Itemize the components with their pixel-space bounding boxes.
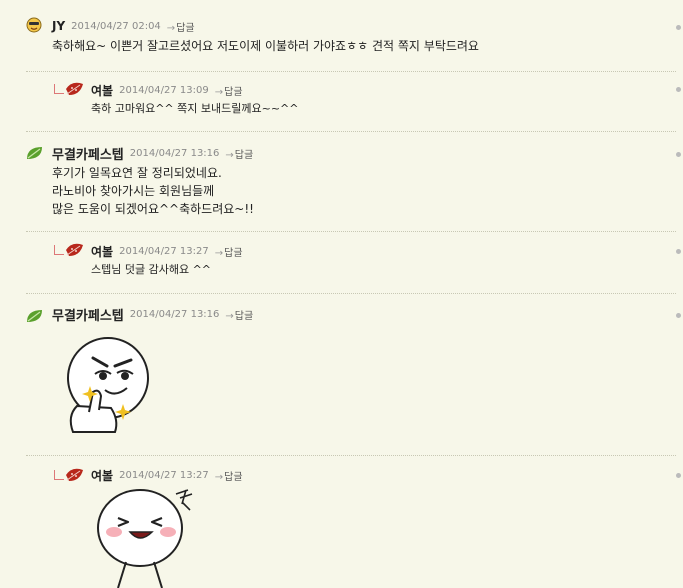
reply-arrow-icon: → bbox=[225, 310, 234, 322]
comment-line: 라노비아 찾아가시는 회원님들께 bbox=[52, 184, 215, 198]
comment-date: 2014/04/27 02:04 bbox=[71, 20, 161, 32]
reply-button[interactable]: →답글 bbox=[215, 83, 243, 98]
reply-button[interactable]: →답글 bbox=[167, 19, 195, 34]
comment-line: 많은 도움이 되겠어요^^축하드려요~!! bbox=[52, 202, 254, 216]
reply-button[interactable]: →답글 bbox=[225, 146, 253, 161]
laughing-sticker bbox=[97, 489, 193, 588]
comment-separator bbox=[26, 231, 676, 232]
comment-date: 2014/04/27 13:16 bbox=[129, 308, 220, 320]
reply-arrow-icon: → bbox=[214, 471, 224, 483]
comment-line: 축하해요~ 이쁜거 잘고르셨어요 저도이제 이불하러 가야죠ㅎㅎ 견적 쪽지 부… bbox=[52, 39, 479, 53]
comment-separator bbox=[26, 131, 676, 132]
comment-date: 2014/04/27 13:16 bbox=[129, 147, 220, 159]
comment-body: 축하해요~ 이쁜거 잘고르셨어요 저도이제 이불하러 가야죠ㅎㅎ 견적 쪽지 부… bbox=[52, 37, 479, 55]
menu-dot-icon[interactable] bbox=[676, 25, 681, 30]
reply-arrow-icon: → bbox=[166, 22, 176, 34]
comment-author[interactable]: 여볼 bbox=[91, 82, 113, 99]
red-leaf-avatar-icon bbox=[66, 468, 83, 481]
reply-arrow-icon: → bbox=[214, 247, 224, 259]
reply-indent-icon bbox=[54, 245, 64, 255]
comment-author[interactable]: 무결카페스텝 bbox=[52, 144, 124, 163]
red-leaf-avatar-icon bbox=[66, 243, 83, 256]
menu-dot-icon[interactable] bbox=[676, 473, 681, 478]
comment-separator bbox=[26, 455, 676, 456]
reply-indent-icon bbox=[54, 84, 64, 94]
red-leaf-avatar-icon bbox=[66, 82, 83, 95]
leaf-avatar-icon bbox=[27, 147, 42, 159]
comment-author[interactable]: 여볼 bbox=[91, 467, 113, 484]
menu-dot-icon[interactable] bbox=[676, 313, 681, 318]
comment-date: 2014/04/27 13:09 bbox=[119, 84, 209, 96]
reply-button[interactable]: →답글 bbox=[225, 307, 253, 322]
comment-author[interactable]: 여볼 bbox=[91, 243, 113, 260]
comment-line: 후기가 일목요연 잘 정리되었네요. bbox=[52, 166, 222, 180]
comment-body: 스텝님 덧글 감사해요 ^^ bbox=[91, 262, 211, 278]
comment-body: 축하 고마워요^^ 쪽지 보내드릴께요~~^^ bbox=[91, 101, 298, 117]
comment-author[interactable]: 무결카페스텝 bbox=[52, 305, 124, 324]
smiley-avatar-icon bbox=[26, 17, 42, 33]
reply-button[interactable]: →답글 bbox=[215, 244, 243, 259]
comment-date: 2014/04/27 13:27 bbox=[119, 469, 209, 481]
thumbs-up-sticker bbox=[67, 337, 149, 433]
menu-dot-icon[interactable] bbox=[676, 87, 681, 92]
comment-separator bbox=[26, 71, 676, 72]
comment-line: 스텝님 덧글 감사해요 ^^ bbox=[91, 263, 212, 276]
comment-author[interactable]: JY bbox=[52, 19, 65, 33]
reply-arrow-icon: → bbox=[225, 149, 234, 161]
menu-dot-icon[interactable] bbox=[676, 249, 681, 254]
comment-date: 2014/04/27 13:27 bbox=[119, 245, 209, 257]
comment-body: 후기가 일목요연 잘 정리되었네요. 라노비아 찾아가시는 회원님들께 많은 도… bbox=[52, 164, 254, 218]
comment-line: 축하 고마워요^^ 쪽지 보내드릴께요~~^^ bbox=[91, 102, 299, 115]
reply-indent-icon bbox=[54, 470, 64, 480]
reply-button[interactable]: →답글 bbox=[215, 468, 243, 483]
menu-dot-icon[interactable] bbox=[676, 152, 681, 157]
reply-arrow-icon: → bbox=[214, 86, 224, 98]
comment-separator bbox=[26, 293, 676, 294]
leaf-avatar-icon bbox=[27, 310, 42, 322]
